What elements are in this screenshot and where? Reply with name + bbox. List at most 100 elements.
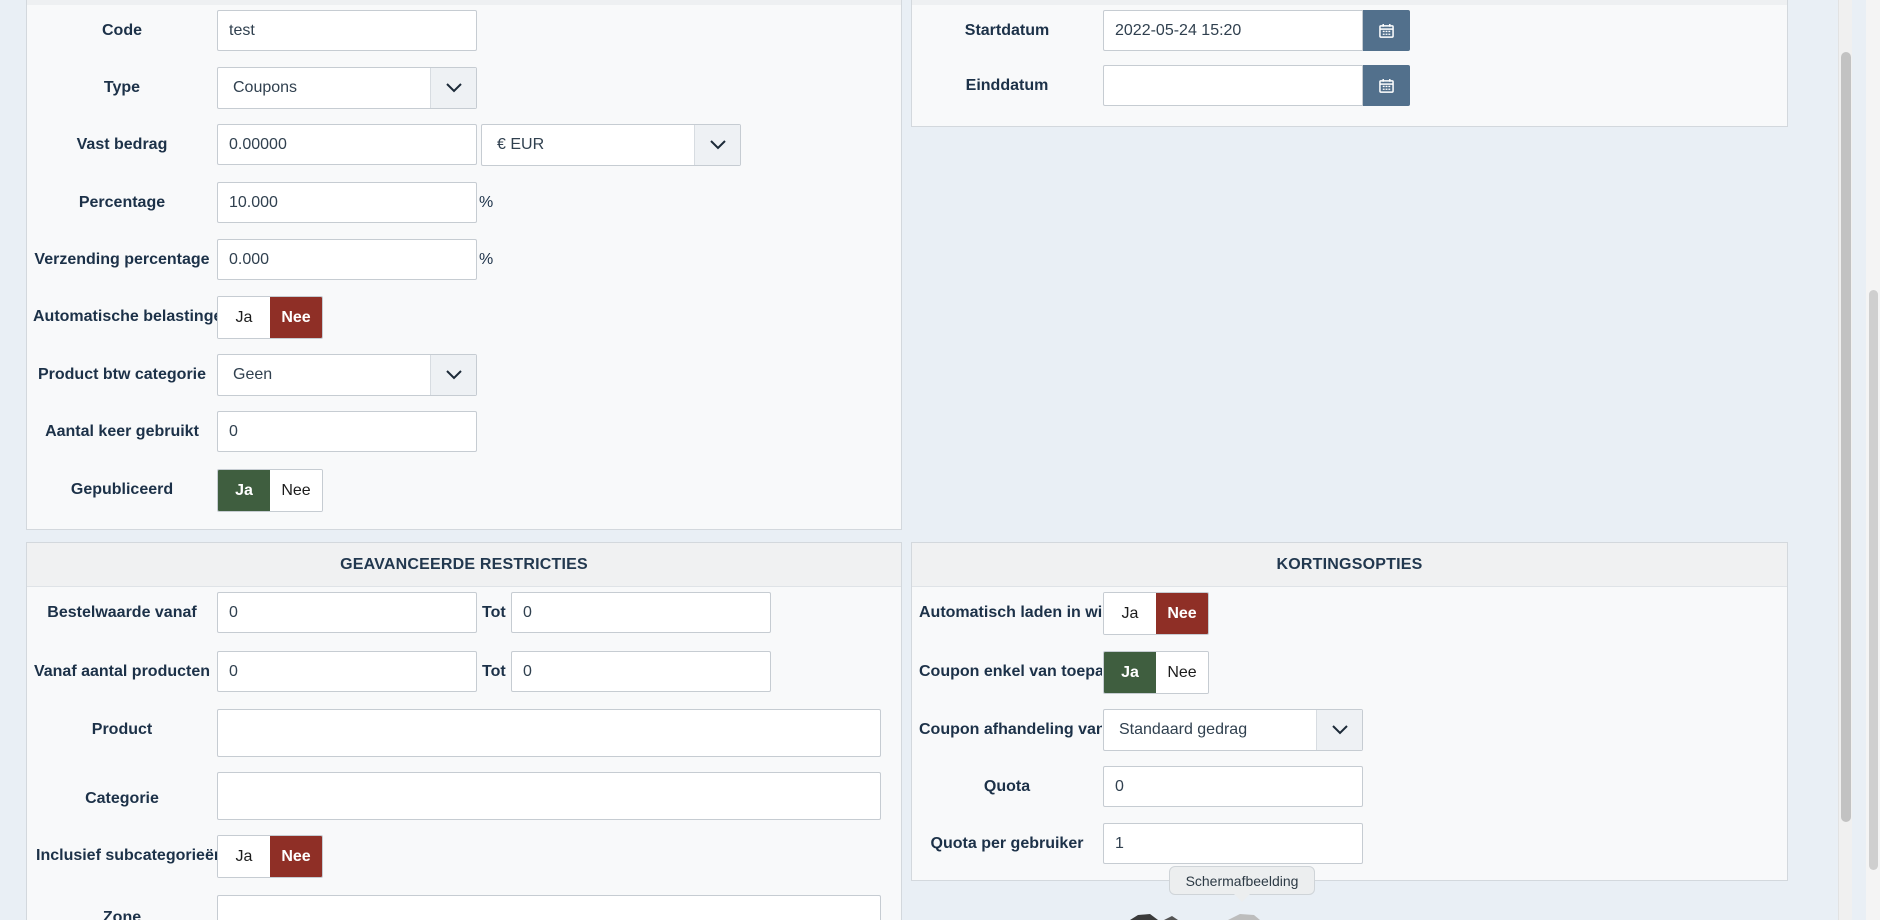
einddatum-calendar-button[interactable] <box>1363 65 1410 106</box>
gepubliceerd-toggle[interactable]: Ja Nee <box>217 469 323 512</box>
einddatum-input[interactable] <box>1103 65 1363 106</box>
coupon-afhandeling-select[interactable]: Standaard gedrag <box>1103 709 1363 751</box>
verzending-percentage-input[interactable] <box>217 239 477 280</box>
vast-bedrag-input[interactable] <box>217 124 477 165</box>
window-scrollbar[interactable] <box>1866 0 1880 920</box>
vast-bedrag-label: Vast bedrag <box>76 136 168 153</box>
zone-input[interactable] <box>217 895 881 920</box>
aantal-producten-tot-label: Tot <box>482 663 506 680</box>
bestelwaarde-to-input[interactable] <box>511 592 771 633</box>
automatische-belastingen-label: Automatische belastingen <box>33 308 217 325</box>
row-aantal-keer-gebruikt: Aantal keer gebruikt <box>27 411 901 453</box>
gepubliceerd-label: Gepubliceerd <box>70 481 174 498</box>
code-input[interactable] <box>217 10 477 51</box>
restrictions-title: GEAVANCEERDE RESTRICTIES <box>27 543 901 587</box>
bestelwaarde-tot-label: Tot <box>482 604 506 621</box>
row-product-btw-categorie: Product btw categorie Geen <box>27 354 901 396</box>
row-automatisch-laden: Automatisch laden in winkelwagen Ja Nee <box>912 592 1787 635</box>
automatisch-laden-no[interactable]: Nee <box>1156 593 1208 634</box>
gepubliceerd-no[interactable]: Nee <box>270 470 322 511</box>
discount-options-title: KORTINGSOPTIES <box>912 543 1787 587</box>
startdatum-input[interactable] <box>1103 10 1363 51</box>
automatisch-laden-toggle[interactable]: Ja Nee <box>1103 592 1209 635</box>
chevron-down-icon[interactable] <box>694 125 740 165</box>
categorie-input[interactable] <box>217 772 881 820</box>
automatische-belastingen-toggle[interactable]: Ja Nee <box>217 296 323 339</box>
code-label: Code <box>102 22 142 39</box>
page-scrollbar-thumb[interactable] <box>1841 52 1851 822</box>
row-type: Type Coupons <box>27 67 901 109</box>
row-automatische-belastingen: Automatische belastingen Ja Nee <box>27 296 901 339</box>
startdatum-calendar-button[interactable] <box>1363 10 1410 51</box>
page-scrollbar[interactable] <box>1838 0 1852 920</box>
coupon-enkel-toggle[interactable]: Ja Nee <box>1103 651 1209 694</box>
screenshot-tooltip: Schermafbeelding <box>1169 866 1315 902</box>
currency-select-value: € EUR <box>497 136 545 153</box>
row-gepubliceerd: Gepubliceerd Ja Nee <box>27 469 901 512</box>
currency-select[interactable]: € EUR <box>481 124 741 166</box>
screenshot-image-fragment <box>1130 914 1260 920</box>
coupon-enkel-label: Coupon enkel van toepassing <box>919 663 1102 680</box>
aantal-producten-from-input[interactable] <box>217 651 477 692</box>
product-btw-categorie-select[interactable]: Geen <box>217 354 477 396</box>
startdatum-label: Startdatum <box>964 22 1050 39</box>
aantal-producten-to-input[interactable] <box>511 651 771 692</box>
coupon-enkel-yes[interactable]: Ja <box>1104 652 1156 693</box>
bestelwaarde-from-input[interactable] <box>217 592 477 633</box>
discount-options-panel: KORTINGSOPTIES Automatisch laden in wink… <box>911 542 1788 881</box>
row-coupon-enkel: Coupon enkel van toepassing Ja Nee <box>912 651 1787 694</box>
zone-label: Zone <box>102 909 142 920</box>
chevron-down-icon[interactable] <box>1316 710 1362 750</box>
automatische-belastingen-no[interactable]: Nee <box>270 297 322 338</box>
product-input[interactable] <box>217 709 881 757</box>
coupon-enkel-no[interactable]: Nee <box>1156 652 1208 693</box>
coupon-main-panel: Code Type Coupons Vast bedrag € EUR Perc… <box>26 0 902 530</box>
automatisch-laden-yes[interactable]: Ja <box>1104 593 1156 634</box>
type-select[interactable]: Coupons <box>217 67 477 109</box>
product-btw-categorie-value: Geen <box>233 366 273 383</box>
categorie-label: Categorie <box>85 790 159 807</box>
inclusief-subcategorieen-yes[interactable]: Ja <box>218 836 270 877</box>
verzending-percentage-label: Verzending percentage <box>34 251 210 268</box>
row-product: Product <box>27 709 901 757</box>
percentage-input[interactable] <box>217 182 477 223</box>
dates-panel: Startdatum Einddatum <box>911 0 1788 127</box>
inclusief-subcategorieen-label: Inclusief subcategorieën <box>36 847 217 864</box>
window-scrollbar-thumb[interactable] <box>1869 290 1878 870</box>
row-quota-per-gebruiker: Quota per gebruiker <box>912 823 1787 865</box>
panel-top-strip <box>27 0 901 5</box>
panel-top-strip <box>912 0 1787 5</box>
product-label: Product <box>91 721 153 738</box>
row-coupon-afhandeling: Coupon afhandeling van producten Standaa… <box>912 709 1787 751</box>
row-vast-bedrag: Vast bedrag € EUR <box>27 124 901 166</box>
automatische-belastingen-yes[interactable]: Ja <box>218 297 270 338</box>
inclusief-subcategorieen-no[interactable]: Nee <box>270 836 322 877</box>
restrictions-panel: GEAVANCEERDE RESTRICTIES Bestelwaarde va… <box>26 542 902 920</box>
calendar-icon <box>1379 23 1394 38</box>
aantal-keer-gebruikt-label: Aantal keer gebruikt <box>45 423 199 440</box>
row-verzending-percentage: Verzending percentage % <box>27 239 901 281</box>
row-einddatum: Einddatum <box>912 65 1787 107</box>
row-categorie: Categorie <box>27 772 901 820</box>
inclusief-subcategorieen-toggle[interactable]: Ja Nee <box>217 835 323 878</box>
coupon-afhandeling-value: Standaard gedrag <box>1119 721 1248 738</box>
automatisch-laden-label: Automatisch laden in winkelwagen <box>919 604 1102 621</box>
type-select-value: Coupons <box>233 79 298 96</box>
percentage-unit: % <box>479 194 494 211</box>
row-bestelwaarde: Bestelwaarde vanaf Tot <box>27 592 901 634</box>
row-startdatum: Startdatum <box>912 10 1787 52</box>
gepubliceerd-yes[interactable]: Ja <box>218 470 270 511</box>
quota-input[interactable] <box>1103 766 1363 807</box>
row-inclusief-subcategorieen: Inclusief subcategorieën Ja Nee <box>27 835 901 878</box>
chevron-down-icon[interactable] <box>430 355 476 395</box>
einddatum-label: Einddatum <box>965 77 1049 94</box>
percentage-label: Percentage <box>78 194 166 211</box>
row-quota: Quota <box>912 766 1787 808</box>
quota-label: Quota <box>983 778 1031 795</box>
aantal-keer-gebruikt-input[interactable] <box>217 411 477 452</box>
verzending-percentage-unit: % <box>479 251 494 268</box>
aantal-producten-label: Vanaf aantal producten <box>33 663 211 680</box>
chevron-down-icon[interactable] <box>430 68 476 108</box>
quota-per-gebruiker-input[interactable] <box>1103 823 1363 864</box>
type-label: Type <box>103 79 141 96</box>
